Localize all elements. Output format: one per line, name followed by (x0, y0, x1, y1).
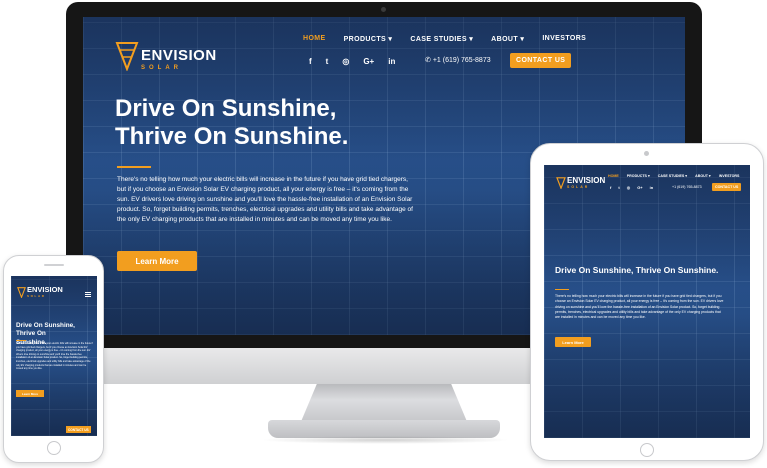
learn-more-button[interactable]: Learn More (16, 390, 44, 397)
nav-item-about[interactable]: ABOUT ▾ (695, 174, 711, 178)
instagram-icon[interactable]: ◎ (342, 57, 349, 66)
learn-more-button[interactable]: Learn More (117, 251, 197, 271)
nav-item-products[interactable]: PRODUCTS ▾ (627, 174, 650, 178)
camera-icon (381, 7, 386, 12)
nav-item-home[interactable]: HOME (608, 174, 619, 178)
brand-logo[interactable]: ENVISION SOLAR (115, 41, 217, 71)
hero-divider (16, 340, 26, 341)
social-links: f t ◎ G+ in (309, 57, 395, 66)
hero-headline: Drive On Sunshine, Thrive On Sunshine. (115, 95, 435, 152)
hero-body: There's no telling how much your electri… (16, 342, 93, 371)
hero-body: There's no telling how much your electri… (117, 176, 413, 224)
tablet-screen: ENVISION SOLAR HOME PRODUCTS ▾ CASE STUD… (544, 165, 750, 438)
monitor-stand (300, 384, 468, 424)
nav-item-home[interactable]: HOME (303, 35, 326, 43)
camera-icon (644, 151, 649, 156)
home-button[interactable] (47, 441, 61, 455)
phone-device: ENVISION SOLAR Drive On Sunshine, Thrive… (3, 255, 104, 463)
social-links: f t ◎ G+ in (610, 185, 653, 190)
twitter-icon[interactable]: t (326, 57, 329, 66)
brand-name: ENVISION (567, 176, 606, 185)
hero-headline-line2: Thrive On Sunshine. (115, 123, 349, 151)
facebook-icon[interactable]: f (309, 57, 312, 66)
brand-tagline: SOLAR (27, 293, 46, 298)
nav-item-investors[interactable]: INVESTORS (542, 35, 586, 43)
hamburger-menu-icon[interactable] (85, 292, 91, 297)
hero-body: There's no telling how much your electri… (555, 294, 724, 320)
nav-item-investors[interactable]: INVESTORS (719, 174, 740, 178)
nav-item-about[interactable]: ABOUT ▾ (491, 35, 524, 43)
main-nav: HOME PRODUCTS ▾ CASE STUDIES ▾ ABOUT ▾ I… (608, 174, 739, 178)
brand-tagline: SOLAR (141, 65, 182, 71)
hero-headline-line1: Drive On Sunshine, (115, 95, 337, 122)
brand-name: ENVISION (141, 47, 217, 64)
google-plus-icon[interactable]: G+ (363, 57, 374, 66)
nav-item-case-studies[interactable]: CASE STUDIES ▾ (410, 35, 473, 43)
main-nav: HOME PRODUCTS ▾ CASE STUDIES ▾ ABOUT ▾ I… (303, 35, 586, 43)
home-button[interactable] (640, 443, 654, 457)
google-plus-icon[interactable]: G+ (637, 185, 642, 190)
brand-logo[interactable]: ENVISION SOLAR (17, 286, 63, 298)
tablet-device: ENVISION SOLAR HOME PRODUCTS ▾ CASE STUD… (530, 143, 764, 461)
linkedin-icon[interactable]: in (388, 57, 395, 66)
brand-tagline: SOLAR (567, 185, 590, 189)
linkedin-icon[interactable]: in (650, 185, 654, 190)
phone-text: +1 (619) 765-8873 (432, 57, 491, 64)
contact-us-button[interactable]: CONTACT US (712, 183, 742, 191)
contact-us-button[interactable]: CONTACT US (510, 53, 572, 68)
brand-name: ENVISION (27, 285, 63, 294)
contact-us-button[interactable]: CONTACT US (66, 426, 91, 433)
phone-screen: ENVISION SOLAR Drive On Sunshine, Thrive… (11, 276, 97, 436)
nav-item-products[interactable]: PRODUCTS ▾ (344, 35, 393, 43)
instagram-icon[interactable]: ◎ (627, 185, 631, 190)
phone-icon: ✆ (425, 57, 433, 64)
learn-more-button[interactable]: Learn More (555, 337, 591, 347)
nav-item-case-studies[interactable]: CASE STUDIES ▾ (658, 174, 687, 178)
twitter-icon[interactable]: t (618, 185, 619, 190)
phone-number[interactable]: +1 (619) 765-8873 (672, 185, 702, 189)
logo-mark-icon (17, 286, 26, 298)
logo-mark-icon (556, 177, 566, 189)
brand-logo[interactable]: ENVISION SOLAR (556, 177, 605, 189)
facebook-icon[interactable]: f (610, 185, 611, 190)
hero-divider (117, 166, 151, 168)
logo-mark-icon (115, 42, 139, 71)
hero-headline: Drive On Sunshine, Thrive On Sunshine. (555, 265, 719, 275)
hero-headline-line1: Drive On Sunshine, Thrive On (16, 322, 75, 338)
phone-number[interactable]: ✆ +1 (619) 765-8873 (425, 56, 491, 64)
hero-divider (555, 289, 569, 290)
speaker-grille (44, 264, 64, 266)
